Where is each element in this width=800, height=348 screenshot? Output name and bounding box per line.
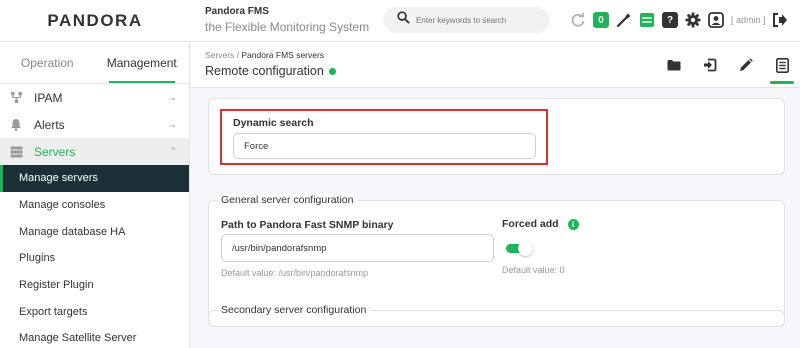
secondary-config-legend: Secondary server configuration [217, 304, 371, 316]
gear-icon[interactable] [685, 12, 701, 28]
chevron-up-icon: ⌃ [169, 146, 177, 156]
brand-tagline: the Flexible Monitoring System [205, 20, 370, 34]
chevron-down-icon: ⌄ [169, 92, 177, 102]
search-box[interactable] [383, 7, 550, 33]
sidebar-subitem-export-targets[interactable]: Export targets [0, 298, 189, 325]
tab-operation[interactable]: Operation [0, 42, 95, 83]
header-actions [656, 52, 800, 84]
sidebar-subitem-plugins[interactable]: Plugins [0, 245, 189, 272]
general-config-legend: General server configuration [217, 194, 358, 206]
logo[interactable]: PANDORA [0, 0, 190, 42]
admin-label[interactable]: [ admin ] [731, 15, 766, 25]
snmp-path-input[interactable]: /usr/bin/pandorafsnmp [221, 234, 494, 262]
user-icon[interactable] [708, 12, 724, 28]
dynamic-search-field[interactable]: Force [233, 133, 536, 159]
page-title-text: Remote configuration [205, 64, 324, 78]
sidebar-item-label: Alerts [34, 117, 65, 132]
sidebar-item-servers[interactable]: Servers ⌃ [0, 138, 189, 165]
sidebar-item-label: Servers [34, 144, 76, 159]
page-title: Remote configuration [205, 64, 336, 78]
snmp-path-label: Path to Pandora Fast SNMP binary [221, 219, 394, 231]
pencil-icon [740, 58, 753, 71]
info-icon[interactable] [328, 67, 336, 75]
breadcrumb: Servers / Pandora FMS servers [205, 50, 324, 60]
forced-add-toggle[interactable] [506, 241, 533, 256]
chevron-down-icon: ⌄ [169, 119, 177, 129]
breadcrumb-parent[interactable]: Servers [205, 50, 234, 60]
sidebar-subitem-register-plugin[interactable]: Register Plugin [0, 272, 189, 299]
toggle-knob [518, 241, 533, 256]
forced-add-label: Forced add [502, 218, 559, 230]
brand: Pandora FMS the Flexible Monitoring Syst… [205, 6, 369, 34]
top-toolbar: 0 ? [ admin ] [570, 10, 795, 30]
dynamic-search-label: Dynamic search [233, 117, 314, 129]
forced-add-label-row: Forced add i [502, 218, 579, 230]
top-header: PANDORA Pandora FMS the Flexible Monitor… [0, 0, 800, 42]
document-icon [775, 57, 789, 73]
network-icon [8, 91, 24, 104]
sidebar-subitem-manage-consoles[interactable]: Manage consoles [0, 192, 189, 219]
remote-config-button[interactable] [764, 52, 800, 84]
highlight-box: Dynamic search Force [220, 109, 548, 165]
breadcrumb-current[interactable]: Pandora FMS servers [241, 50, 324, 60]
tab-management[interactable]: Management [95, 42, 190, 83]
brand-name: Pandora FMS [205, 6, 269, 17]
sidebar: Operation Management IPAM ⌄ Alerts ⌄ Ser… [0, 42, 190, 348]
folder-button[interactable] [656, 52, 692, 78]
notification-badge[interactable]: 0 [593, 12, 609, 28]
logout-icon[interactable] [772, 12, 788, 28]
info-icon[interactable]: i [567, 218, 579, 230]
sidebar-item-alerts[interactable]: Alerts ⌄ [0, 111, 189, 138]
magic-wand-icon[interactable] [616, 12, 632, 28]
page-header: Servers / Pandora FMS servers Remote con… [190, 42, 800, 88]
sidebar-subitem-manage-database-ha[interactable]: Manage database HA [0, 218, 189, 245]
enter-icon [704, 58, 717, 72]
server-icon [8, 146, 24, 158]
refresh-icon[interactable] [570, 12, 586, 28]
secondary-config-fieldset[interactable]: Secondary server configuration [208, 304, 785, 327]
login-button[interactable] [692, 52, 728, 78]
folder-icon [667, 60, 681, 71]
snmp-default-hint: Default value: /usr/bin/pandorafsnmp [221, 268, 369, 278]
sidebar-item-label: IPAM [34, 90, 63, 105]
sidebar-item-ipam[interactable]: IPAM ⌄ [0, 84, 189, 111]
search-icon [397, 11, 410, 29]
forced-add-default-hint: Default value: 0 [502, 265, 565, 275]
sidebar-subitem-manage-satellite-server[interactable]: Manage Satellite Server [0, 325, 189, 348]
sidebar-subitem-manage-servers[interactable]: Manage servers [0, 165, 189, 192]
search-input[interactable] [416, 15, 536, 25]
app-window: PANDORA Pandora FMS the Flexible Monitor… [0, 0, 800, 348]
help-icon[interactable]: ? [662, 12, 678, 28]
sidebar-tabs: Operation Management [0, 42, 189, 84]
logo-text: PANDORA [47, 11, 143, 30]
database-icon[interactable] [639, 12, 655, 28]
edit-button[interactable] [728, 52, 764, 78]
bell-icon [8, 118, 24, 131]
main-content: Servers / Pandora FMS servers Remote con… [190, 42, 800, 348]
